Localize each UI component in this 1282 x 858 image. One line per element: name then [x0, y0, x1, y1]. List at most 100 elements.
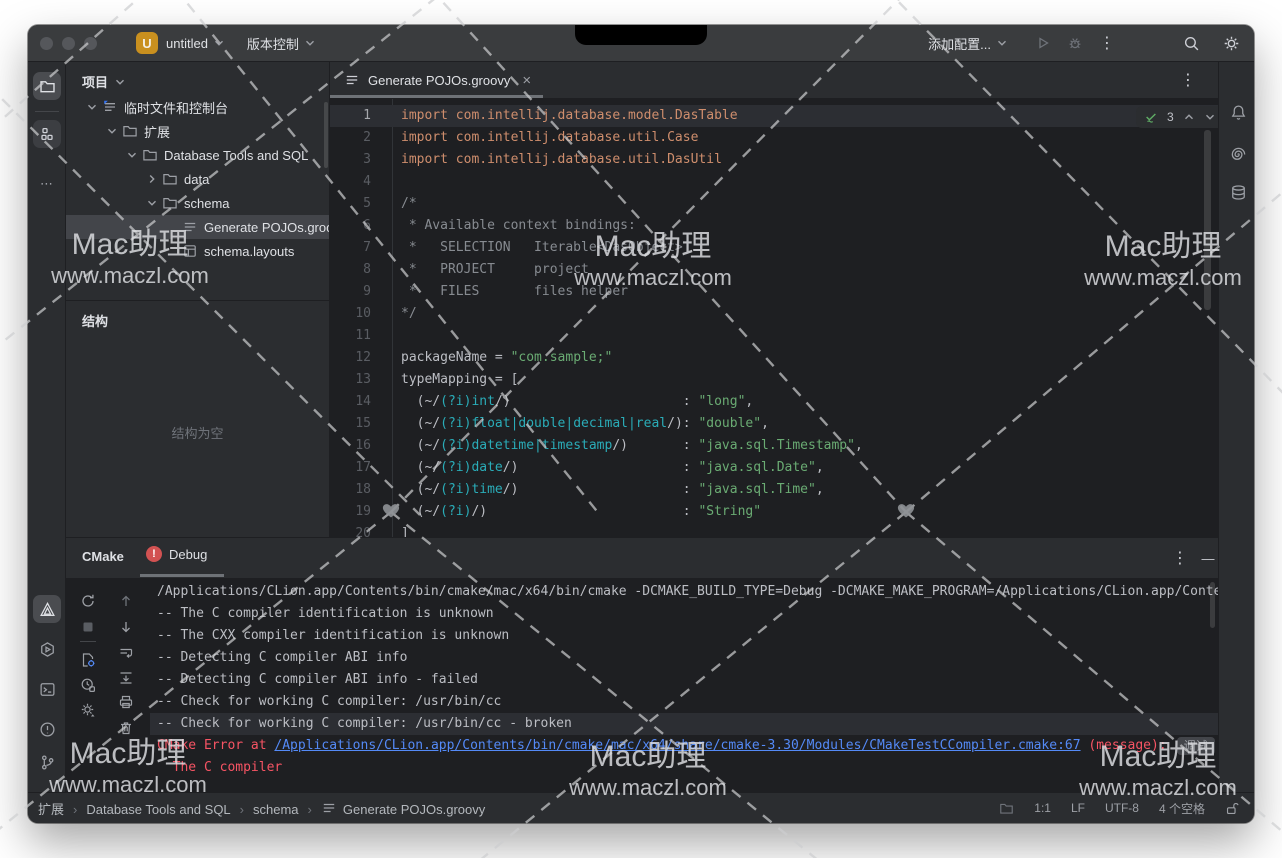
breadcrumb-item[interactable]: 扩展 — [38, 802, 64, 817]
cmake-tool-button[interactable] — [33, 595, 61, 623]
breadcrumb-item[interactable]: schema — [253, 802, 299, 817]
code-line[interactable]: 18 (~/(?i)time/) : "java.sql.Time", — [330, 479, 1218, 501]
print-icon[interactable] — [114, 690, 138, 714]
tree-item[interactable]: Generate POJOs.groovy — [66, 215, 329, 239]
project-selector[interactable]: untitled — [166, 36, 225, 51]
console-line[interactable]: CMake Error at /Applications/CLion.app/C… — [150, 735, 1218, 757]
project-tool-button[interactable] — [33, 72, 61, 100]
code-line[interactable]: 16 (~/(?i)datetime|timestamp/) : "java.s… — [330, 435, 1218, 457]
code-line[interactable]: 2import com.intellij.database.util.Case — [330, 127, 1218, 149]
console-line[interactable]: -- The C compiler identification is unkn… — [150, 603, 1218, 625]
minimize-panel-icon[interactable]: — — [1196, 546, 1218, 570]
window-minimize-icon[interactable] — [62, 37, 75, 50]
console-line[interactable]: -- Check for working C compiler: /usr/bi… — [150, 691, 1218, 713]
tree-item[interactable]: 扩展 — [66, 119, 329, 143]
kebab-menu-icon[interactable]: ⋮ — [1180, 70, 1196, 90]
editor-tab[interactable]: Generate POJOs.groovy × — [330, 62, 543, 98]
tree-item[interactable]: data — [66, 167, 329, 191]
cmake-settings-file-icon[interactable] — [76, 648, 100, 672]
chevron-down-icon[interactable] — [1204, 111, 1216, 123]
structure-panel-header[interactable]: 结构 — [66, 301, 329, 334]
chevron-down-icon[interactable] — [144, 197, 159, 209]
structure-panel: 结构 结构为空 — [66, 300, 330, 537]
console-line[interactable]: The C compiler — [150, 757, 1218, 779]
project-scrollbar[interactable] — [324, 102, 328, 168]
clear-console-trash-icon[interactable] — [114, 716, 138, 740]
file-encoding[interactable]: UTF-8 — [1105, 801, 1139, 815]
code-line[interactable]: 15 (~/(?i)float|double|decimal|real/): "… — [330, 413, 1218, 435]
tree-item[interactable]: Database Tools and SQL — [66, 143, 329, 167]
arrow-up-icon[interactable] — [114, 589, 138, 613]
chevron-down-icon[interactable] — [84, 101, 99, 113]
problems-tool-button[interactable] — [33, 715, 61, 743]
window-close-icon[interactable] — [40, 37, 53, 50]
chevron-down-icon[interactable] — [104, 125, 119, 137]
window-zoom-icon[interactable] — [84, 37, 97, 50]
close-icon[interactable]: × — [522, 72, 531, 89]
tree-item[interactable]: 临时文件和控制台 — [66, 95, 329, 119]
console-settings-gear-icon[interactable] — [76, 698, 100, 722]
more-tool-windows-button[interactable]: ⋯ — [33, 170, 61, 198]
line-ending[interactable]: LF — [1071, 801, 1085, 815]
terminal-tool-button[interactable] — [33, 675, 61, 703]
tree-item[interactable]: schema.layouts — [66, 239, 329, 263]
notifications-bell-icon[interactable] — [1224, 98, 1252, 126]
structure-tool-button[interactable] — [33, 120, 61, 148]
console-line[interactable]: -- Detecting C compiler ABI info — [150, 647, 1218, 669]
code-line[interactable]: 1import com.intellij.database.model.DasT… — [330, 105, 1218, 127]
code-line[interactable]: 9 * FILES files helper — [330, 281, 1218, 303]
scroll-to-end-icon[interactable] — [114, 666, 138, 690]
soft-wrap-icon[interactable] — [114, 641, 138, 665]
code-line[interactable]: 7 * SELECTION Iterable<DasObject> — [330, 237, 1218, 259]
tree-item[interactable]: schema — [66, 191, 329, 215]
lock-open-icon[interactable] — [1225, 801, 1240, 816]
file-link[interactable]: /Applications/CLion.app/Contents/bin/cma… — [274, 738, 1080, 753]
search-icon[interactable] — [1178, 30, 1204, 56]
settings-gear-icon[interactable] — [1218, 30, 1244, 56]
caret-position[interactable]: 1:1 — [1034, 801, 1051, 815]
chevron-down-icon[interactable] — [124, 149, 139, 161]
chevron-right-icon[interactable] — [144, 173, 159, 185]
arrow-down-icon[interactable] — [114, 615, 138, 639]
code-line[interactable]: 19 (~/(?i)/) : "String" — [330, 501, 1218, 523]
git-tool-button[interactable] — [33, 748, 61, 776]
code-line[interactable]: 11 — [330, 325, 1218, 347]
build-history-icon[interactable] — [76, 673, 100, 697]
run-button[interactable] — [1030, 30, 1056, 56]
code-line[interactable]: 13typeMapping = [ — [330, 369, 1218, 391]
code-line[interactable]: 3import com.intellij.database.util.DasUt… — [330, 149, 1218, 171]
services-tool-button[interactable] — [33, 635, 61, 663]
kebab-menu-icon[interactable]: ⋮ — [1168, 546, 1192, 570]
kebab-menu-icon[interactable]: ⋮ — [1094, 30, 1120, 56]
console-line[interactable]: /Applications/CLion.app/Contents/bin/cma… — [150, 581, 1218, 603]
code-line[interactable]: 10*/ — [330, 303, 1218, 325]
vcs-widget[interactable]: 版本控制 — [247, 34, 316, 53]
reload-cmake-icon[interactable] — [76, 589, 100, 613]
console-line[interactable]: -- The CXX compiler identification is un… — [150, 625, 1218, 647]
chevron-up-icon[interactable] — [1183, 111, 1195, 123]
console-line[interactable]: -- Detecting C compiler ABI info - faile… — [150, 669, 1218, 691]
console-line[interactable]: -- Check for working C compiler: /usr/bi… — [150, 713, 1218, 735]
ai-assistant-spiral-icon[interactable] — [1224, 140, 1252, 168]
code-line[interactable]: 8 * PROJECT project — [330, 259, 1218, 281]
code-line[interactable]: 6 * Available context bindings: — [330, 215, 1218, 237]
code-line[interactable]: 5/* — [330, 193, 1218, 215]
stop-icon[interactable] — [76, 615, 100, 639]
project-panel-header[interactable]: 项目 — [66, 62, 329, 95]
status-folder-icon[interactable] — [999, 801, 1014, 816]
debug-button[interactable] — [1062, 30, 1088, 56]
inspections-widget[interactable]: 3 — [1136, 106, 1218, 128]
code-line[interactable]: 17 (~/(?i)date/) : "java.sql.Date", — [330, 457, 1218, 479]
cmake-debug-tab[interactable]: ! Debug — [146, 546, 207, 562]
editor-scrollbar[interactable] — [1204, 130, 1211, 310]
code-line[interactable]: 12packageName = "com.sample;" — [330, 347, 1218, 369]
code-line[interactable]: 20] — [330, 523, 1218, 537]
run-config-selector[interactable]: 添加配置... — [928, 34, 1008, 53]
breadcrumb-item[interactable]: Database Tools and SQL — [86, 802, 230, 817]
breadcrumb-item[interactable]: Generate POJOs.groovy — [343, 802, 485, 817]
console-scrollbar[interactable] — [1210, 582, 1215, 628]
indent-setting[interactable]: 4 个空格 — [1159, 800, 1205, 817]
database-tool-icon[interactable] — [1224, 178, 1252, 206]
code-line[interactable]: 14 (~/(?i)int/) : "long", — [330, 391, 1218, 413]
code-line[interactable]: 4 — [330, 171, 1218, 193]
